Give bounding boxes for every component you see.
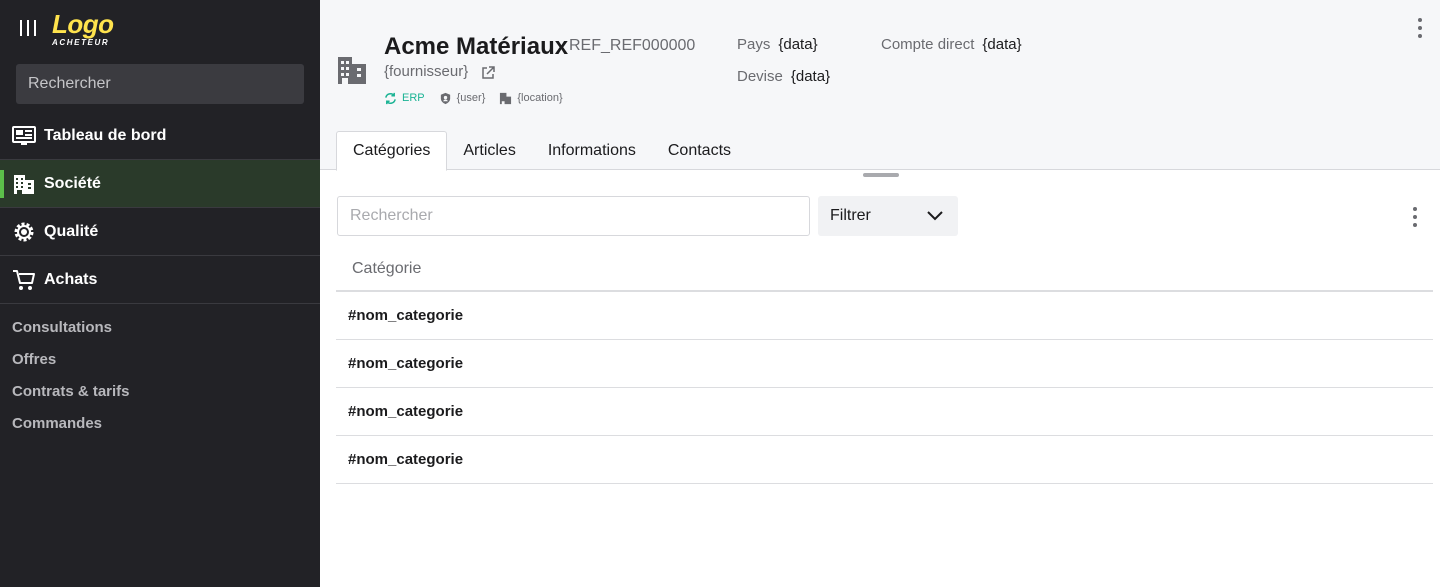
sidebar-nav: Tableau de bord Société Qualité Achats [0, 112, 320, 304]
quality-gear-icon [14, 222, 34, 242]
sidebar-subitem-commandes[interactable]: Commandes [0, 410, 320, 442]
erp-badge: ERP [384, 92, 425, 105]
user-label: {user} [456, 92, 486, 104]
sidebar-item-societe[interactable]: Société [0, 160, 320, 208]
sidebar-item-qualite[interactable]: Qualité [0, 208, 320, 256]
sidebar-search-input[interactable] [16, 64, 304, 104]
field-value: {data} [790, 68, 831, 85]
sidebar-subitem-consultations[interactable]: Consultations [0, 314, 320, 346]
page-title: Acme Matériaux [384, 33, 569, 60]
tab-articles[interactable]: Articles [447, 131, 531, 171]
chevron-down-icon [927, 211, 943, 221]
sidebar-item-achats[interactable]: Achats [0, 256, 320, 304]
field-pays: Pays {data} [737, 36, 818, 53]
building-icon [338, 57, 366, 84]
supplier-header: Acme Matériaux REF_REF000000 {fournisseu… [320, 0, 1440, 171]
location-building-icon [500, 92, 512, 104]
tab-informations[interactable]: Informations [532, 131, 652, 171]
sidebar-subnav: Consultations Offres Contrats & tarifs C… [0, 314, 320, 442]
field-label: Devise [737, 68, 783, 85]
table-row[interactable]: #nom_categorie [336, 340, 1433, 388]
sidebar-subitem-contrats[interactable]: Contrats & tarifs [0, 378, 320, 410]
field-value: {data} [778, 36, 818, 53]
field-label: Compte direct [881, 36, 975, 53]
tab-bar: Catégories Articles Informations Contact… [336, 131, 747, 171]
sidebar-item-label: Achats [44, 270, 98, 288]
tab-contacts[interactable]: Contacts [652, 131, 747, 171]
tab-categories[interactable]: Catégories [336, 131, 448, 171]
supplier-name: {fournisseur} [384, 63, 469, 80]
category-search-input[interactable] [337, 196, 810, 236]
table-row[interactable]: #nom_categorie [336, 436, 1433, 484]
filter-label: Filtrer [830, 207, 871, 224]
header-more-options-icon[interactable] [1418, 18, 1422, 38]
supplier-meta: ERP {user} {location} [384, 90, 563, 106]
sidebar-item-dashboard[interactable]: Tableau de bord [0, 112, 320, 160]
logo-subtitle: ACHETEUR [52, 38, 110, 47]
sidebar-item-label: Société [44, 174, 101, 192]
supplier-reference: REF_REF000000 [569, 37, 696, 54]
external-link-icon[interactable] [481, 66, 495, 80]
field-devise: Devise {data} [737, 68, 830, 85]
location-label: {location} [517, 92, 563, 104]
filter-dropdown[interactable]: Filtrer [818, 196, 958, 236]
column-header-categorie[interactable]: Catégorie [336, 248, 1433, 292]
logo[interactable]: Logo ACHETEUR [52, 10, 114, 48]
field-value: {data} [982, 36, 1022, 53]
table-row[interactable]: #nom_categorie [336, 292, 1433, 340]
sidebar-item-label: Qualité [44, 222, 99, 240]
sync-icon [385, 92, 396, 104]
sidebar-item-label: Tableau de bord [44, 126, 167, 144]
logo-name: Logo [52, 9, 114, 39]
categories-table: Catégorie #nom_categorie #nom_categorie … [336, 248, 1433, 484]
field-compte-direct: Compte direct {data} [881, 36, 1022, 53]
erp-label: ERP [402, 92, 425, 104]
dashboard-icon [12, 126, 36, 145]
sidebar-subitem-offres[interactable]: Offres [0, 346, 320, 378]
table-row[interactable]: #nom_categorie [336, 388, 1433, 436]
menu-toggle-icon[interactable] [20, 20, 36, 36]
user-shield-icon [440, 92, 450, 104]
main-content: Acme Matériaux REF_REF000000 {fournisseu… [320, 0, 1440, 587]
sidebar: Logo ACHETEUR Tableau de bord So [0, 0, 320, 587]
field-label: Pays [737, 36, 771, 53]
toolbar-more-options-icon[interactable] [1413, 207, 1417, 227]
building-icon [14, 175, 34, 194]
resize-handle[interactable] [863, 173, 899, 177]
cart-icon [13, 270, 35, 290]
